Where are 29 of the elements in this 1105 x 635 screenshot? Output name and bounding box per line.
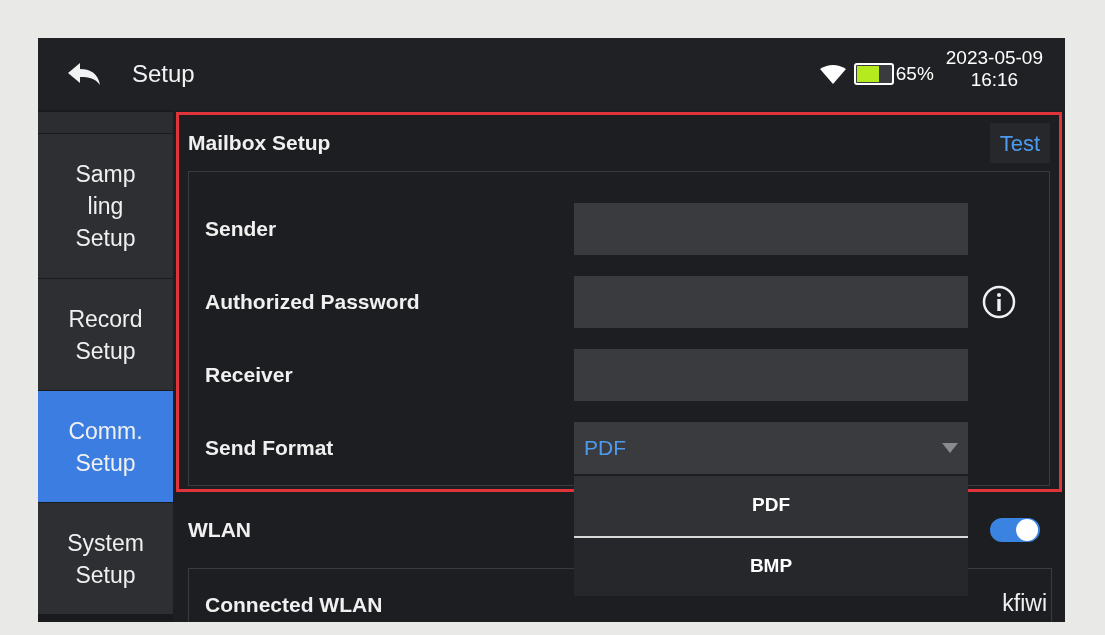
dropdown-option[interactable]: PDF: [574, 475, 968, 536]
input-field[interactable]: [574, 275, 968, 328]
input-field[interactable]: [574, 202, 968, 255]
sidebar-tab[interactable]: Comm. Setup: [38, 391, 173, 503]
field-label: Receiver: [204, 361, 294, 388]
sidebar-tab[interactable]: Record Setup: [38, 279, 173, 391]
field-label: Sender: [204, 215, 278, 242]
sidebar-tab[interactable]: Samp ling Setup: [38, 134, 173, 279]
field-label: Authorized Password: [204, 288, 421, 315]
dropdown-option[interactable]: BMP: [574, 535, 968, 596]
connected-wlan-value: kfiwi: [1002, 588, 1047, 618]
section-title: WLAN: [188, 517, 251, 544]
info-icon[interactable]: [982, 284, 1016, 319]
wlan-toggle[interactable]: [990, 518, 1040, 542]
time-text: 16:16: [970, 69, 1019, 91]
field-label: Send Format: [204, 434, 335, 461]
wifi-icon: [819, 64, 846, 84]
section-title: Mailbox Setup: [188, 130, 331, 157]
battery-icon: [853, 63, 894, 85]
battery-percent: 65%: [895, 61, 934, 86]
format-select[interactable]: PDF: [574, 421, 968, 474]
sidebar-tab[interactable]: System Setup: [38, 503, 173, 615]
input-field[interactable]: [574, 348, 968, 401]
connected-wlan-label: Connected WLAN: [205, 591, 383, 618]
window-title: Setup: [132, 59, 195, 89]
date-text: 2023-05-09: [945, 47, 1043, 69]
caret-icon: [942, 442, 958, 453]
test-button[interactable]: Test: [989, 123, 1050, 163]
sidebar-tab[interactable]: [38, 112, 173, 134]
